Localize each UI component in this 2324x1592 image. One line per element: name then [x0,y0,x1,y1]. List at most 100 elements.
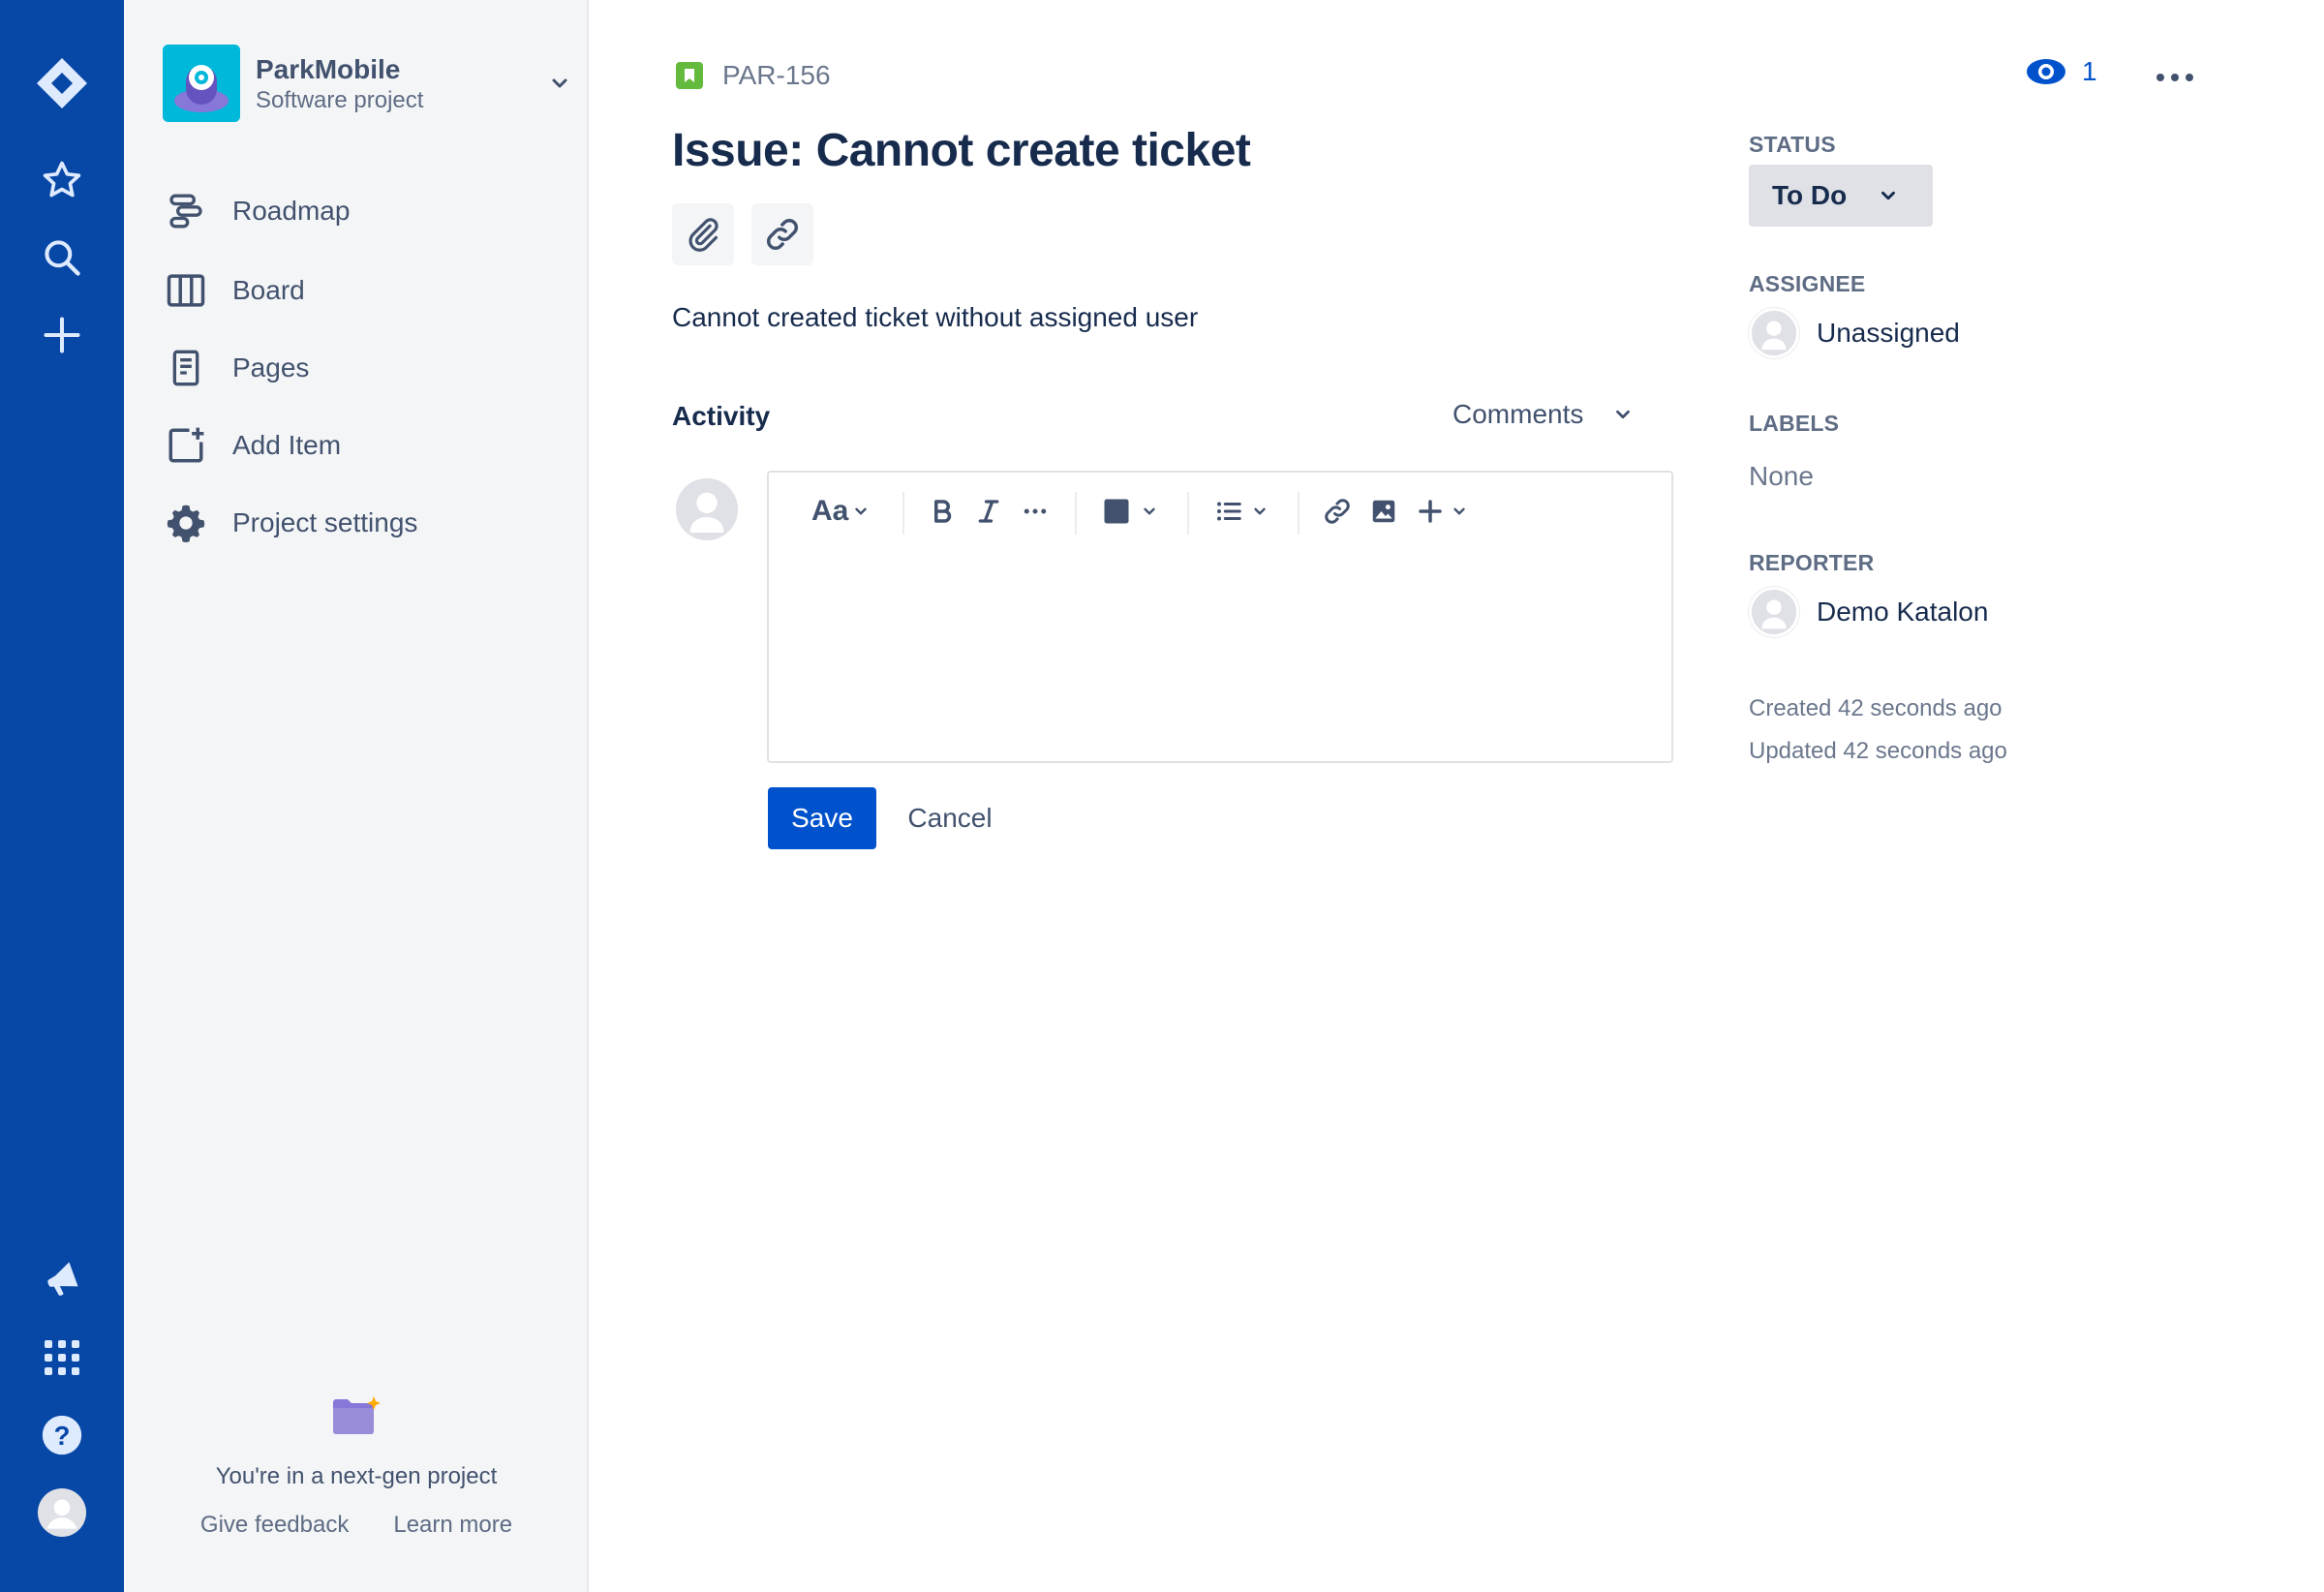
reporter-label: REPORTER [1749,550,1875,575]
text-color-button[interactable] [1102,490,1158,533]
sidebar-item-pages[interactable]: Pages [163,339,569,397]
bold-icon [934,500,952,523]
link-icon [766,218,799,251]
sidebar-item-label: Pages [232,352,310,383]
insert-image-button[interactable] [1369,490,1398,533]
labels-value[interactable]: None [1749,461,1814,492]
eye-icon [2027,59,2065,84]
attach-button[interactable] [672,203,734,265]
text-style-dropdown[interactable]: Aa [811,490,870,533]
avatar [1749,587,1799,637]
assignee-value: Unassigned [1817,318,1960,348]
folder-sparkle-icon [331,1394,382,1442]
comment-editor: Aa [767,471,1673,763]
add-item-icon [163,422,209,469]
sidebar-item-label: Add Item [232,430,342,460]
user-avatar-icon[interactable] [31,1482,93,1544]
bullet-list-icon [1217,502,1241,521]
italic-icon [978,500,999,523]
avatar [676,478,738,540]
toolbar-divider [1187,492,1189,535]
comment-textarea[interactable] [769,552,1671,761]
link-icon [1325,499,1350,524]
issue-description[interactable]: Cannot created ticket without assigned u… [672,302,1198,333]
avatar [1749,308,1799,358]
sidebar-item-label: Roadmap [232,196,351,226]
global-nav: ? [0,0,124,1592]
sidebar-item-roadmap[interactable]: Roadmap [163,182,569,240]
watch-button[interactable]: 1 [2026,56,2097,87]
chevron-down-icon [1144,507,1155,515]
created-timestamp: Created 42 seconds ago [1749,695,2003,721]
chevron-down-icon [855,507,868,515]
activity-filter-label: Comments [1452,399,1584,429]
more-formatting-button[interactable] [1021,490,1050,533]
chevron-down-icon [1254,507,1266,515]
jira-logo-icon[interactable] [31,52,93,114]
insert-link-button[interactable] [1323,490,1352,533]
reporter-field[interactable]: Demo Katalon [1749,587,1988,637]
chevron-down-icon[interactable] [548,72,571,100]
toolbar-divider [1075,492,1077,535]
labels-label: LABELS [1749,411,1840,436]
cancel-button[interactable]: Cancel [889,787,1011,849]
pages-icon [163,345,209,391]
toolbar-divider [1298,492,1300,535]
paperclip-icon [688,218,719,252]
svg-text:?: ? [54,1421,71,1451]
learn-more-link[interactable]: Learn more [393,1512,512,1539]
color-swatch-icon [1104,499,1129,524]
sidebar-item-label: Board [232,275,305,305]
plus-icon[interactable] [31,304,93,366]
image-icon [1372,500,1395,523]
status-value: To Do [1772,180,1848,210]
app-switcher-icon[interactable] [31,1327,93,1389]
project-avatar [163,45,240,122]
chevron-down-icon [1453,507,1465,515]
more-icon [2156,74,2193,81]
editor-toolbar: Aa [769,473,1671,552]
project-type: Software project [256,87,424,113]
status-label: STATUS [1749,132,1836,157]
status-dropdown[interactable]: To Do [1749,165,1933,227]
plus-icon [1419,500,1442,523]
next-gen-text: You're in a next-gen project [215,1463,498,1489]
board-icon [163,267,209,314]
search-icon[interactable] [31,227,93,289]
issue-breadcrumb: PAR-156 [676,60,831,91]
sidebar-item-add-item[interactable]: Add Item [163,416,569,475]
project-sidebar: ParkMobile Software project Roadmap Boar… [124,0,589,1592]
bold-button[interactable] [928,490,957,533]
project-name: ParkMobile [256,54,401,84]
more-icon [1024,508,1047,514]
save-button[interactable]: Save [768,787,876,849]
insert-more-button[interactable] [1416,490,1468,533]
list-button[interactable] [1214,490,1269,533]
toolbar-divider [902,492,904,535]
story-icon [676,62,703,89]
reporter-value: Demo Katalon [1817,597,1989,627]
sidebar-item-project-settings[interactable]: Project settings [163,494,569,552]
activity-filter-select[interactable]: Comments [1452,399,1634,430]
next-gen-banner: You're in a next-gen project Give feedba… [124,1394,589,1539]
link-issue-button[interactable] [751,203,813,265]
watch-count: 1 [2082,56,2097,86]
text-style-label: Aa [811,495,849,527]
more-actions-button[interactable] [2150,58,2200,97]
sidebar-item-label: Project settings [232,507,418,537]
updated-timestamp: Updated 42 seconds ago [1749,738,2007,764]
sidebar-item-board[interactable]: Board [163,261,569,320]
issue-title[interactable]: Issue: Cannot create ticket [672,124,1251,177]
assignee-label: ASSIGNEE [1749,271,1866,296]
chevron-down-icon [1881,191,1896,200]
help-icon[interactable]: ? [31,1404,93,1466]
project-header[interactable]: ParkMobile Software project [163,45,569,124]
star-icon[interactable] [31,149,93,211]
italic-button[interactable] [974,490,1003,533]
megaphone-icon[interactable] [31,1249,93,1311]
give-feedback-link[interactable]: Give feedback [200,1512,349,1539]
assignee-field[interactable]: Unassigned [1749,308,1960,358]
issue-key[interactable]: PAR-156 [722,60,831,91]
roadmap-icon [163,188,209,234]
gear-icon [163,500,209,546]
